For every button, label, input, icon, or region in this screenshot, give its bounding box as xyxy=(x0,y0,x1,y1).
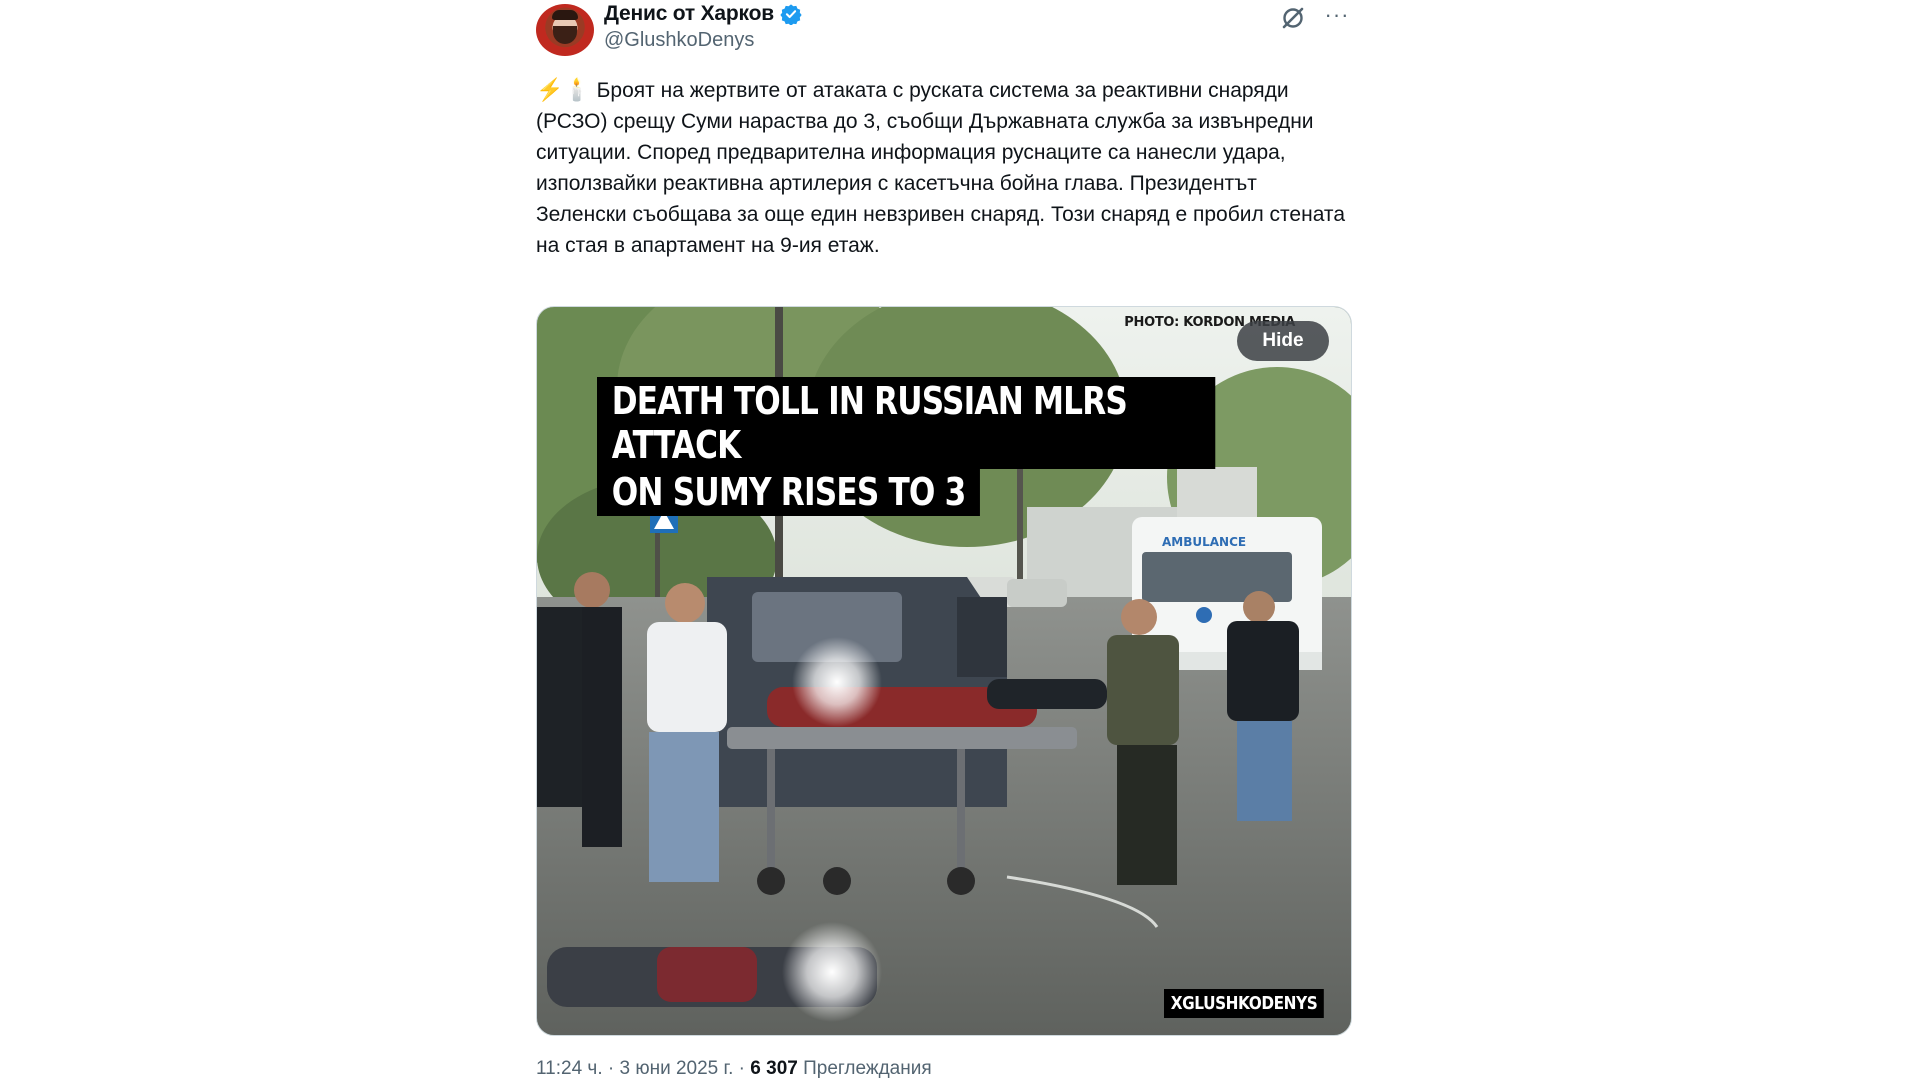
meta-separator: · xyxy=(602,1058,620,1079)
image-watermark: XGLUSHKODENYS xyxy=(1164,989,1325,1018)
avatar-beard xyxy=(553,26,577,44)
views-label: Преглеждания xyxy=(803,1058,932,1079)
more-dots-icon[interactable]: ··· xyxy=(1323,3,1351,31)
avatar[interactable] xyxy=(536,4,594,56)
verified-badge-icon xyxy=(780,4,802,25)
author-display-name[interactable]: Денис от Харков xyxy=(604,2,774,26)
tweet-card: Денис от Харков @GlushkoDenys ··· ⚡🕯️ Бр… xyxy=(536,0,1352,1080)
tweet-text: ⚡🕯️ Броят на жертвите от атаката с руска… xyxy=(536,74,1350,261)
emoji-prefix: ⚡🕯️ xyxy=(536,77,591,102)
tweet-time[interactable]: 11:24 ч. xyxy=(536,1058,603,1079)
author-handle[interactable]: @GlushkoDenys xyxy=(604,29,754,52)
avatar-hair xyxy=(552,10,578,20)
tweet-meta: 11:24 ч. · 3 юни 2025 г. · 6 307 Преглеж… xyxy=(536,1058,932,1080)
tweet-media-image[interactable]: AMBULANCE PHOTO: KORDON MEDIA Hide DEATH… xyxy=(536,306,1352,1036)
headline-line-1: DEATH TOLL IN RUSSIAN MLRS ATTACK xyxy=(597,377,1216,469)
image-headline: DEATH TOLL IN RUSSIAN MLRS ATTACK ON SUM… xyxy=(597,377,1216,516)
grok-icon[interactable] xyxy=(1279,4,1307,32)
hide-button[interactable]: Hide xyxy=(1237,321,1329,361)
ambulance-label: AMBULANCE xyxy=(1162,535,1246,549)
tweet-body: Броят на жертвите от атаката с руската с… xyxy=(536,79,1345,257)
headline-line-2: ON SUMY RISES TO 3 xyxy=(597,468,981,516)
author-name-row: Денис от Харков xyxy=(604,2,802,26)
tweet-date[interactable]: 3 юни 2025 г. xyxy=(619,1058,733,1079)
meta-separator: · xyxy=(733,1058,751,1079)
views-count: 6 307 xyxy=(750,1058,798,1079)
